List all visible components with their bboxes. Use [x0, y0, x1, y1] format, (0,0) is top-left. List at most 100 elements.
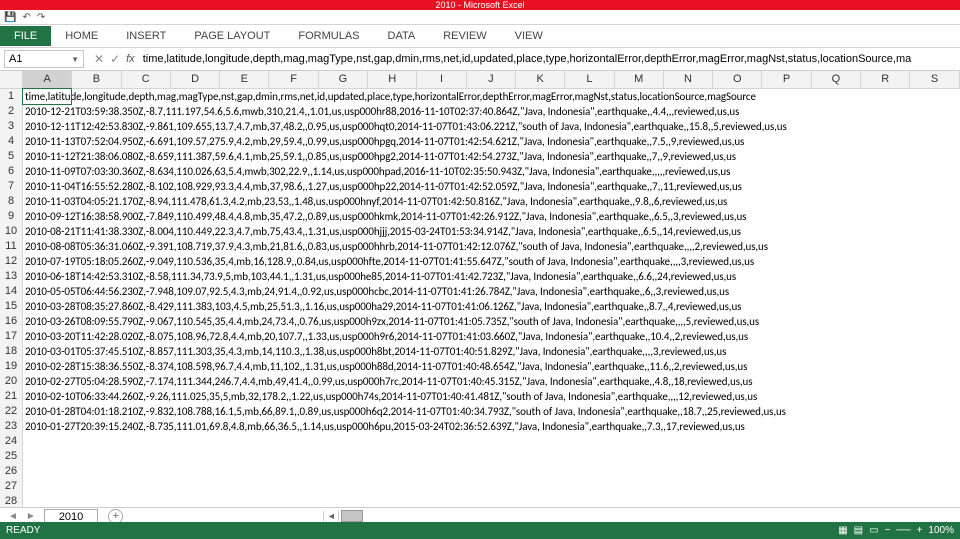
sheet-nav-prev-icon[interactable]: ◄ [8, 511, 18, 522]
cell-content[interactable]: 2010-02-27T05:04:28.590Z,-7.174,111.344,… [23, 374, 960, 389]
cell-content[interactable]: 2010-03-01T05:37:45.510Z,-8.857,111.303,… [23, 344, 960, 359]
tab-pagelayout[interactable]: PAGE LAYOUT [180, 26, 284, 46]
row-header[interactable]: 19 [0, 359, 23, 375]
row-header[interactable]: 5 [0, 149, 23, 165]
cell-content[interactable]: 2010-11-13T07:52:04.950Z,-6.691,109.57,2… [23, 134, 960, 149]
column-header[interactable]: F [269, 71, 318, 88]
cell-content[interactable]: 2010-03-26T08:09:55.790Z,-9.067,110.545,… [23, 314, 960, 329]
row-header[interactable]: 16 [0, 314, 23, 330]
cell-content[interactable]: 2010-11-12T21:38:06.080Z,-8.659,111.387,… [23, 149, 960, 164]
cell-content[interactable]: 2010-03-20T11:42:28.020Z,-8.075,108.96,7… [23, 329, 960, 344]
cell-content[interactable]: 2010-01-27T20:39:15.240Z,-8.735,111.01,6… [23, 419, 960, 434]
column-header[interactable]: M [615, 71, 664, 88]
row-header[interactable]: 2 [0, 104, 23, 120]
column-header[interactable]: H [368, 71, 417, 88]
row-header[interactable]: 18 [0, 344, 23, 360]
cell-content[interactable]: 2010-11-04T16:55:52.280Z,-8.102,108.929,… [23, 179, 960, 194]
cell-content[interactable]: 2010-06-18T14:42:53.310Z,-8.58,111.34,73… [23, 269, 960, 284]
save-icon[interactable]: 💾 [4, 12, 16, 23]
tab-insert[interactable]: INSERT [112, 26, 180, 46]
cell-content[interactable]: time,latitude,longitude,depth,mag,magTyp… [23, 89, 960, 104]
tab-review[interactable]: REVIEW [429, 26, 500, 46]
tab-data[interactable]: DATA [374, 26, 430, 46]
row-header[interactable]: 15 [0, 299, 23, 315]
cell-content[interactable]: 2010-09-12T16:38:58.900Z,-7.849,110.499,… [23, 209, 960, 224]
column-header[interactable]: K [516, 71, 565, 88]
cell-content[interactable]: 2010-08-08T05:36:31.060Z,-9.391,108.719,… [23, 239, 960, 254]
cell-content[interactable]: 2010-11-03T04:05:21.170Z,-8.94,111.478,6… [23, 194, 960, 209]
row-header[interactable]: 12 [0, 254, 23, 270]
chevron-down-icon[interactable]: ▼ [71, 55, 79, 64]
cell-content[interactable]: 2010-02-10T06:33:44.260Z,-9.26,111.025,3… [23, 389, 960, 404]
row-header[interactable]: 21 [0, 389, 23, 405]
column-header[interactable]: L [565, 71, 614, 88]
cell-content[interactable]: 2010-05-05T06:44:56.230Z,-7.948,109.07,9… [23, 284, 960, 299]
column-header[interactable]: E [220, 71, 269, 88]
view-normal-icon[interactable]: ▦ [838, 525, 847, 536]
column-header[interactable]: G [319, 71, 368, 88]
row-header[interactable]: 4 [0, 134, 23, 150]
row-header[interactable]: 23 [0, 419, 23, 435]
hscroll-thumb[interactable] [341, 510, 363, 522]
column-header[interactable]: D [171, 71, 220, 88]
formula-input[interactable]: time,latitude,longitude,depth,mag,magTyp… [141, 51, 960, 67]
cell-content[interactable]: 2010-11-09T07:03:30.360Z,-8.634,110.026,… [23, 164, 960, 179]
column-header[interactable]: R [861, 71, 910, 88]
cell-content[interactable]: 2010-03-28T08:35:27.860Z,-8.429,111.383,… [23, 299, 960, 314]
column-header[interactable]: O [713, 71, 762, 88]
row-header[interactable]: 10 [0, 224, 23, 240]
column-header[interactable]: C [122, 71, 171, 88]
row-header[interactable]: 25 [0, 449, 23, 465]
row-header[interactable]: 9 [0, 209, 23, 225]
scroll-left-icon[interactable]: ◄ [323, 511, 339, 521]
row-header[interactable]: 7 [0, 179, 23, 195]
zoom-level[interactable]: 100% [928, 525, 954, 536]
zoom-in-icon[interactable]: + [917, 525, 923, 536]
tab-view[interactable]: VIEW [501, 26, 557, 46]
column-header[interactable]: J [467, 71, 516, 88]
column-header[interactable]: N [664, 71, 713, 88]
column-header[interactable]: Q [812, 71, 861, 88]
tab-home[interactable]: HOME [51, 26, 112, 46]
cell-content[interactable]: 2010-12-21T03:59:38.350Z,-8.7,111.197,54… [23, 104, 960, 119]
row-header[interactable]: 24 [0, 434, 23, 450]
sheet-nav-next-icon[interactable]: ► [26, 511, 36, 522]
cancel-icon[interactable]: ✕ [94, 52, 104, 66]
tab-file[interactable]: FILE [0, 26, 51, 46]
status-bar: READY ▦ ▤ ▭ − ── + 100% [0, 522, 960, 539]
row-header[interactable]: 6 [0, 164, 23, 180]
ribbon-tabs: FILE HOME INSERT PAGE LAYOUT FORMULAS DA… [0, 25, 960, 48]
row-header[interactable]: 1 [0, 89, 23, 105]
enter-icon[interactable]: ✓ [110, 52, 120, 66]
row-header[interactable]: 8 [0, 194, 23, 210]
row-header[interactable]: 14 [0, 284, 23, 300]
row-header[interactable]: 13 [0, 269, 23, 285]
tab-formulas[interactable]: FORMULAS [284, 26, 373, 46]
name-box[interactable]: A1 ▼ [4, 50, 84, 68]
redo-icon[interactable]: ↷ [37, 12, 45, 23]
cell-content[interactable]: 2010-02-28T15:38:36.550Z,-8.374,108.598,… [23, 359, 960, 374]
cell-content[interactable]: 2010-07-19T05:18:05.260Z,-9.049,110.536,… [23, 254, 960, 269]
cell-content[interactable]: 2010-12-11T12:42:53.830Z,-9.861,109.655,… [23, 119, 960, 134]
row-header[interactable]: 11 [0, 239, 23, 255]
undo-icon[interactable]: ↶ [22, 12, 30, 23]
row-header[interactable]: 27 [0, 479, 23, 495]
row-header[interactable]: 22 [0, 404, 23, 420]
column-header[interactable]: B [72, 71, 121, 88]
column-header[interactable]: P [762, 71, 811, 88]
row-header[interactable]: 17 [0, 329, 23, 345]
spreadsheet-grid[interactable]: ABCDEFGHIJKLMNOPQRS 1time,latitude,longi… [0, 71, 960, 509]
view-pagelayout-icon[interactable]: ▤ [854, 525, 863, 536]
column-header[interactable]: S [910, 71, 959, 88]
row-header[interactable]: 3 [0, 119, 23, 135]
fx-icon[interactable]: fx [126, 53, 141, 65]
cell-content[interactable]: 2010-01-28T04:01:18.210Z,-9.832,108.788,… [23, 404, 960, 419]
view-pagebreak-icon[interactable]: ▭ [869, 525, 878, 536]
row-header[interactable]: 26 [0, 464, 23, 480]
row-header[interactable]: 20 [0, 374, 23, 390]
zoom-out-icon[interactable]: − [885, 525, 891, 536]
column-header[interactable]: A [23, 71, 72, 88]
select-all-corner[interactable] [0, 71, 23, 88]
column-header[interactable]: I [417, 71, 466, 88]
cell-content[interactable]: 2010-08-21T11:41:38.330Z,-8.004,110.449,… [23, 224, 960, 239]
